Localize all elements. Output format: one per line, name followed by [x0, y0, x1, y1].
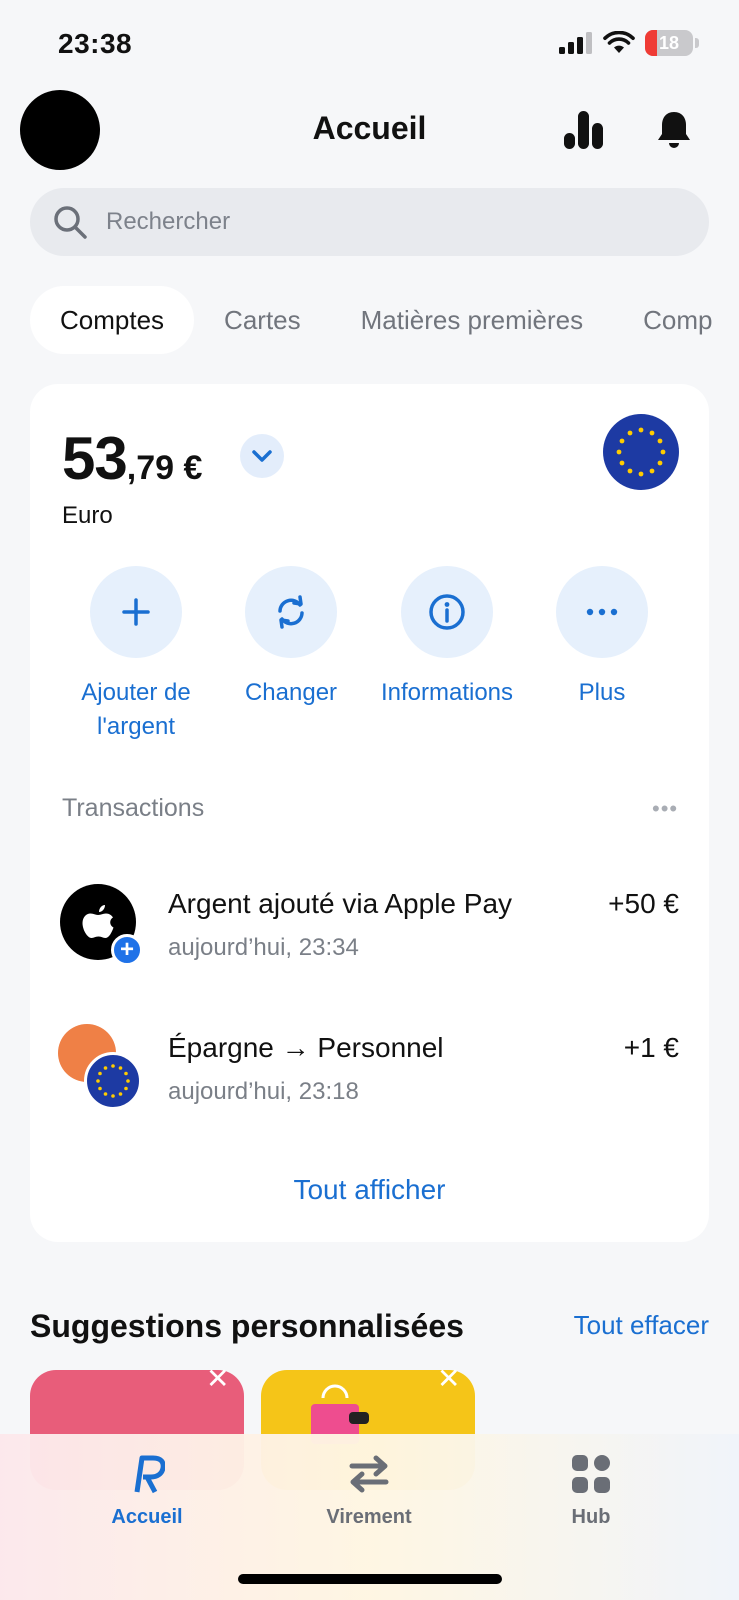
battery-tip: [695, 38, 699, 48]
info-icon: [401, 566, 493, 658]
see-all-link[interactable]: Tout afficher: [0, 1174, 739, 1206]
more-button[interactable]: Plus: [527, 566, 677, 710]
close-icon[interactable]: ✕: [206, 1362, 229, 1395]
tab-bar: Comptes Cartes Matières premières Comp: [30, 286, 739, 354]
nav-hub[interactable]: Hub: [516, 1452, 666, 1529]
tab-matieres-premieres[interactable]: Matières premières: [331, 286, 614, 354]
revolut-logo-icon: [72, 1452, 222, 1496]
tab-comptes[interactable]: Comptes: [30, 286, 195, 354]
eu-flag-icon: [84, 1052, 142, 1110]
cellular-signal-icon: [559, 32, 592, 54]
nav-label: Accueil: [111, 1506, 183, 1528]
balance-decimal: ,79 €: [126, 449, 203, 487]
tab-cartes[interactable]: Cartes: [194, 286, 331, 354]
currency-label: Euro: [62, 502, 113, 529]
transaction-date: aujourd’hui, 23:18: [168, 1078, 359, 1105]
close-icon[interactable]: ✕: [437, 1362, 460, 1395]
transaction-amount: +50 €: [608, 888, 679, 919]
tab-comp[interactable]: Comp: [613, 286, 739, 354]
status-icons: 18: [559, 30, 699, 56]
suggestions-title: Suggestions personnalisées: [30, 1308, 464, 1344]
more-icon: [556, 566, 648, 658]
exchange-button[interactable]: Changer: [216, 566, 366, 710]
transaction-amount: +1 €: [623, 1032, 679, 1063]
exchange-icon: [245, 566, 337, 658]
battery-indicator: 18: [645, 30, 693, 56]
wifi-icon: [603, 31, 635, 53]
eu-flag-icon[interactable]: [603, 414, 679, 490]
chevron-down-icon[interactable]: [240, 434, 284, 478]
balance-integer: 53: [62, 425, 128, 492]
balance[interactable]: 53 ,79 €: [62, 424, 202, 493]
transactions-more-icon[interactable]: •••: [652, 796, 678, 822]
clear-all-link[interactable]: Tout effacer: [574, 1310, 709, 1341]
nav-label: Hub: [571, 1506, 611, 1528]
bell-icon[interactable]: [652, 108, 696, 152]
info-button[interactable]: Informations: [372, 566, 522, 710]
battery-level: 18: [658, 32, 680, 53]
page-title: Accueil: [312, 110, 427, 146]
transaction-date: aujourd’hui, 23:34: [168, 934, 359, 961]
add-money-label: Ajouter de l'argent: [81, 679, 191, 740]
grid-icon: [516, 1452, 666, 1496]
exchange-label: Changer: [244, 679, 338, 706]
info-label: Informations: [380, 679, 514, 706]
plus-badge-icon: +: [111, 934, 143, 966]
search-input[interactable]: [106, 208, 666, 236]
nav-label: Virement: [326, 1506, 412, 1528]
search-icon: [54, 206, 87, 239]
transfer-arrows-icon: [294, 1452, 444, 1496]
transactions-heading: Transactions: [62, 794, 205, 822]
more-label: Plus: [578, 679, 626, 706]
nav-accueil[interactable]: Accueil: [72, 1452, 222, 1529]
home-indicator: [238, 1574, 502, 1584]
transaction-title[interactable]: Épargne → Personnel: [168, 1032, 444, 1064]
status-time: 23:38: [58, 28, 133, 59]
plus-icon: [90, 566, 182, 658]
analytics-icon[interactable]: [562, 108, 606, 152]
transaction-title[interactable]: Argent ajouté via Apple Pay: [168, 888, 512, 920]
nav-virement[interactable]: Virement: [294, 1452, 444, 1529]
search-bar[interactable]: [30, 188, 709, 256]
add-money-button[interactable]: Ajouter de l'argent: [61, 566, 211, 744]
